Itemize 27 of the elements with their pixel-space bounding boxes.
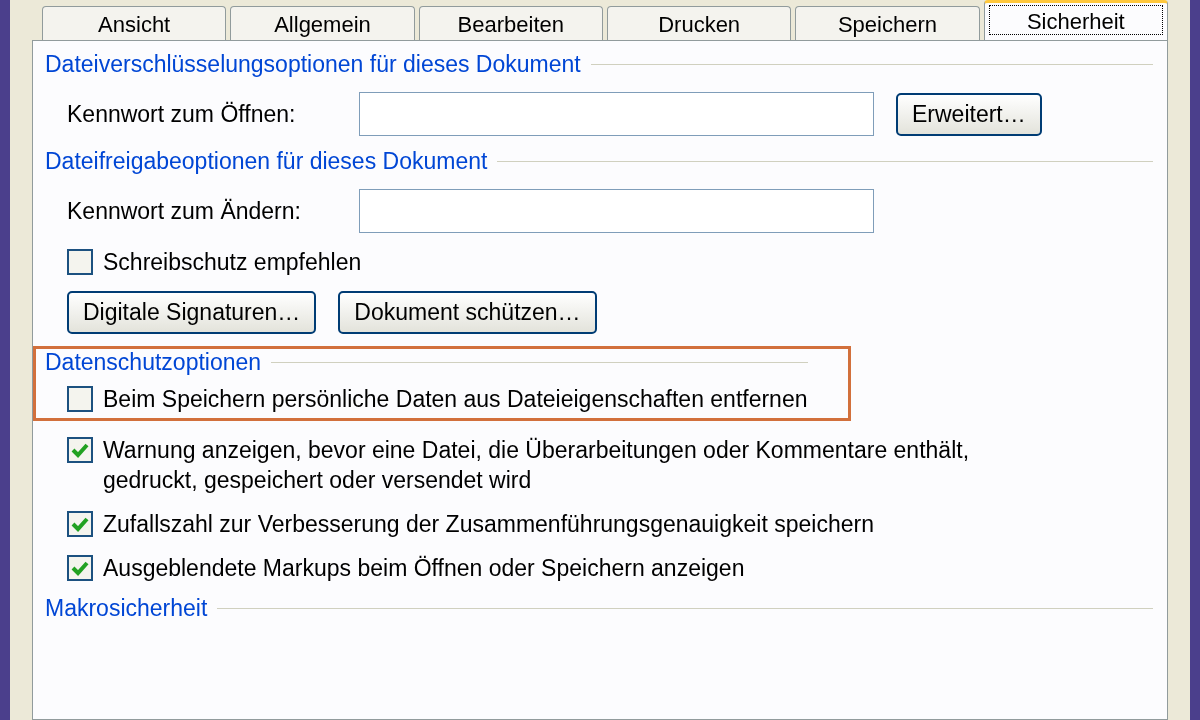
section-title: Dateiverschlüsselungsoptionen für dieses Dokument <box>45 51 581 78</box>
checkbox-label: Ausgeblendete Markups beim Öffnen oder Speichern anzeigen <box>103 554 745 583</box>
checkbox-label: Zufallszahl zur Verbesserung der Zusammenführungsgenauigkeit speichern <box>103 510 874 539</box>
section-title: Datenschutzoptionen <box>45 349 262 376</box>
field-label: Kennwort zum Ändern: <box>67 197 302 225</box>
checkbox[interactable] <box>67 437 93 463</box>
tab[interactable]: Bearbeiten <box>418 6 603 40</box>
field-label: Kennwort zum Öffnen: <box>67 100 297 128</box>
advanced-button[interactable]: Erweitert… <box>896 92 1042 136</box>
checkbox-label: Schreibschutz empfehlen <box>103 248 362 277</box>
dialog-button[interactable]: Digitale Signaturen… <box>67 291 317 334</box>
checkbox[interactable] <box>67 555 93 581</box>
dialog-button[interactable]: Dokument schützen… <box>338 291 597 334</box>
tab[interactable]: Ansicht <box>42 6 227 40</box>
tab[interactable]: Drucken <box>607 6 792 40</box>
tab[interactable]: Sicherheit <box>983 0 1168 40</box>
checkbox[interactable] <box>67 511 93 537</box>
checkbox-label: Warnung anzeigen, bevor eine Datei, die Überarbeitungen oder Kommentare enthält, gedruckt, gespeichert oder versendet wird <box>103 436 970 495</box>
checkbox[interactable] <box>67 386 93 412</box>
checkbox[interactable] <box>67 249 93 275</box>
tab[interactable]: Allgemein <box>230 6 415 40</box>
checkbox-label: Beim Speichern persönliche Daten aus Dateieigenschaften entfernen <box>103 385 808 414</box>
password-field[interactable] <box>359 92 874 136</box>
section-title: Dateifreigabeoptionen für dieses Dokument <box>45 148 488 175</box>
section-title: Makrosicherheit <box>45 595 208 622</box>
tab[interactable]: Speichern <box>795 6 980 40</box>
password-field[interactable] <box>359 189 874 233</box>
